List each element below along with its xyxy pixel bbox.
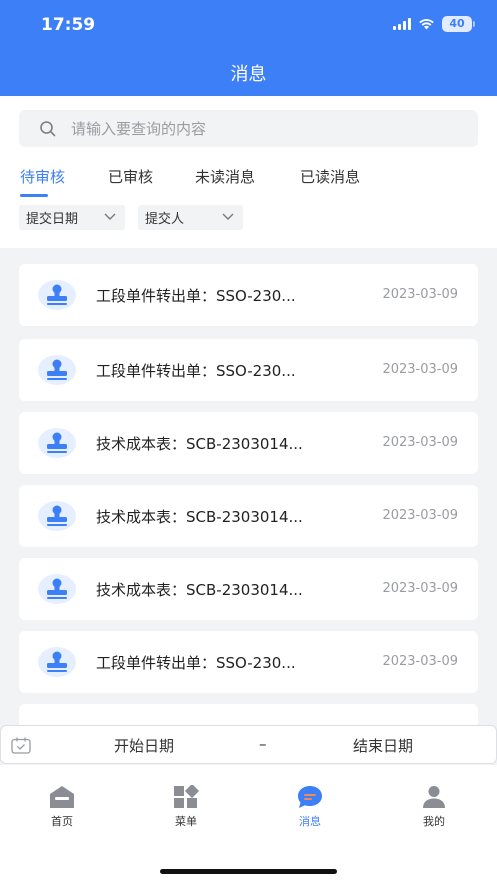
message-title: 工段单件转出单：SSO-230... bbox=[96, 287, 296, 305]
tab-unread[interactable]: 未读消息 bbox=[195, 166, 255, 187]
message-title: 工段单件转出单：SSO-230... bbox=[96, 362, 296, 380]
message-title: 技术成本表：SCB-2303014... bbox=[96, 581, 303, 599]
list-item[interactable]: 工段单件转出单：SSO-230... 2023-03-09 bbox=[19, 264, 478, 326]
message-date: 2023-03-09 bbox=[382, 435, 458, 450]
home-icon bbox=[50, 786, 74, 808]
tabbar-label: 菜单 bbox=[175, 815, 197, 828]
list-item[interactable]: 技术成本表：SCB-2303014... 2023-03-09 bbox=[19, 412, 478, 474]
status-time: 17:59 bbox=[41, 15, 96, 35]
calendar-icon bbox=[11, 737, 31, 754]
battery-icon: 40 bbox=[442, 16, 475, 32]
submit-date-label: 提交日期 bbox=[26, 212, 79, 227]
start-date-field[interactable]: 开始日期 bbox=[114, 735, 174, 756]
search-icon bbox=[40, 120, 56, 136]
end-date-field[interactable]: 结束日期 bbox=[353, 735, 413, 756]
message-title: 技术成本表：SCB-2303014... bbox=[96, 435, 303, 453]
tabbar-label: 我的 bbox=[423, 815, 445, 828]
tabbar-item-messages[interactable]: 消息 bbox=[275, 785, 345, 829]
stamp-icon bbox=[38, 574, 76, 604]
bottom-tab-bar: 首页 菜单 消息 我的 bbox=[0, 765, 497, 883]
message-date: 2023-03-09 bbox=[382, 654, 458, 669]
stamp-icon bbox=[38, 428, 76, 458]
tab-reviewed[interactable]: 已审核 bbox=[108, 166, 153, 187]
message-title: 工段单件转出单：SSO-230... bbox=[96, 654, 296, 672]
message-date: 2023-03-09 bbox=[382, 287, 458, 302]
stamp-icon bbox=[38, 647, 76, 677]
stamp-icon bbox=[38, 501, 76, 531]
stamp-icon bbox=[38, 280, 76, 310]
filter-panel: 请输入要查询的内容 待审核 已审核 未读消息 已读消息 提交日期 提交人 bbox=[0, 96, 497, 248]
stamp-icon bbox=[38, 355, 76, 385]
submitter-dropdown[interactable]: 提交人 bbox=[138, 205, 243, 230]
wifi-icon bbox=[419, 19, 434, 30]
tabbar-label: 消息 bbox=[299, 815, 321, 828]
tabbar-item-home[interactable]: 首页 bbox=[27, 785, 97, 829]
message-date: 2023-03-09 bbox=[382, 581, 458, 596]
active-tab-indicator bbox=[20, 194, 48, 197]
list-item[interactable]: 技术成本表：SCB-2303014... 2023-03-09 bbox=[19, 558, 478, 620]
status-icons: 40 bbox=[393, 16, 475, 32]
tabbar-label: 首页 bbox=[51, 815, 73, 828]
message-date: 2023-03-09 bbox=[382, 508, 458, 523]
date-range-separator: – bbox=[259, 735, 267, 753]
battery-level: 40 bbox=[442, 16, 472, 32]
menu-grid-icon bbox=[174, 785, 200, 808]
cellular-signal-icon bbox=[393, 18, 411, 30]
page-title: 消息 bbox=[230, 64, 267, 85]
search-placeholder: 请输入要查询的内容 bbox=[71, 120, 207, 138]
home-indicator bbox=[160, 869, 337, 874]
tab-pending-review[interactable]: 待审核 bbox=[20, 166, 65, 187]
date-range-picker: 开始日期 – 结束日期 bbox=[0, 725, 497, 764]
app-header: 17:59 40 消息 bbox=[0, 0, 497, 96]
chevron-down-icon bbox=[222, 213, 234, 220]
tabbar-item-menu[interactable]: 菜单 bbox=[151, 785, 221, 829]
tab-read[interactable]: 已读消息 bbox=[300, 166, 360, 187]
tabbar-item-profile[interactable]: 我的 bbox=[399, 785, 469, 829]
user-icon bbox=[423, 786, 445, 808]
message-icon bbox=[298, 786, 322, 808]
list-item[interactable]: 技术成本表：SCB-2303014... 2023-03-09 bbox=[19, 485, 478, 547]
message-tabs: 待审核 已审核 未读消息 已读消息 bbox=[0, 166, 497, 197]
submit-date-dropdown[interactable]: 提交日期 bbox=[19, 205, 125, 230]
list-item[interactable]: 工段单件转出单：SSO-230... 2023-03-09 bbox=[19, 339, 478, 401]
message-title: 技术成本表：SCB-2303014... bbox=[96, 508, 303, 526]
list-item[interactable]: 工段单件转出单：SSO-230... 2023-03-09 bbox=[19, 631, 478, 693]
message-date: 2023-03-09 bbox=[382, 362, 458, 377]
submitter-label: 提交人 bbox=[145, 212, 185, 227]
search-input[interactable]: 请输入要查询的内容 bbox=[19, 110, 478, 147]
chevron-down-icon bbox=[104, 213, 116, 220]
